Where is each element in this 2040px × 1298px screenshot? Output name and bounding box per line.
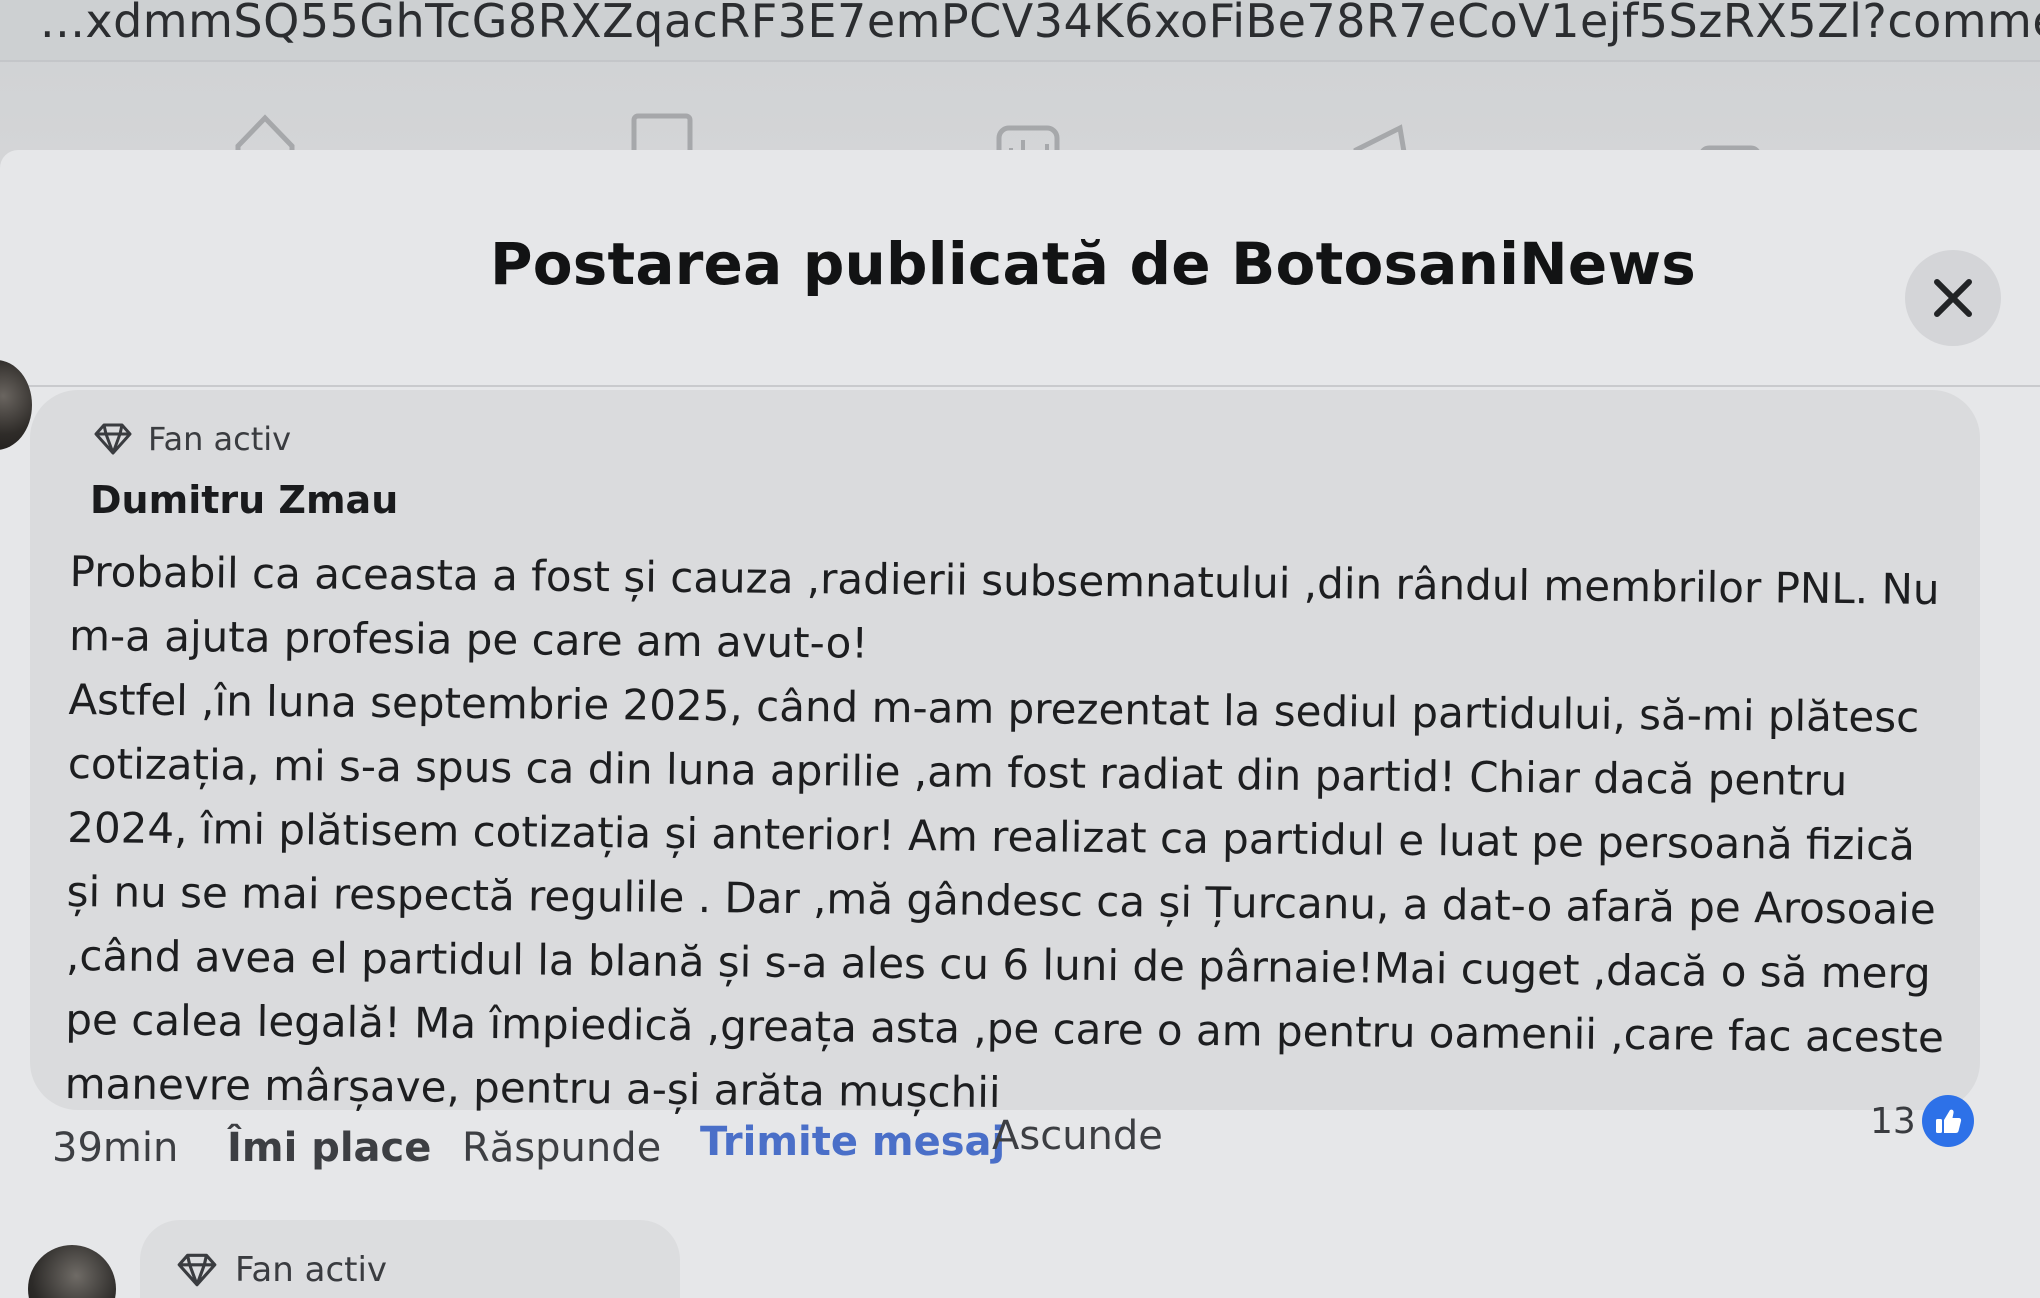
url-text[interactable]: ...xdmmSQ55GhTcG8RXZqacRF3E7emPCV34K6xoF… bbox=[40, 0, 2040, 48]
reaction-count: 13 bbox=[1870, 1100, 1916, 1142]
like-thumb-icon bbox=[1921, 1095, 1974, 1147]
close-button[interactable] bbox=[1905, 250, 2001, 346]
like-button[interactable]: Îmi place bbox=[227, 1125, 431, 1171]
fan-badge: Fan activ bbox=[92, 420, 291, 458]
comment-text: Probabil ca aceasta a fost și cauza ,rad… bbox=[64, 540, 1969, 1134]
post-modal: Postarea publicată de BotosaniNews Fan a… bbox=[0, 150, 2040, 1298]
comment-timestamp[interactable]: 39min bbox=[52, 1125, 178, 1171]
next-fan-badge-label: Fan activ bbox=[235, 1250, 388, 1290]
comment-actions: 39min Îmi place Răspunde Trimite mesaj A… bbox=[52, 1113, 1952, 1195]
send-message-button[interactable]: Trimite mesaj bbox=[700, 1119, 1005, 1165]
facebook-post-page: ...xdmmSQ55GhTcG8RXZqacRF3E7emPCV34K6xoF… bbox=[0, 0, 2040, 1298]
modal-title: Postarea publicată de BotosaniNews bbox=[490, 230, 1696, 298]
fan-badge-label: Fan activ bbox=[148, 420, 292, 458]
close-icon bbox=[1934, 279, 1972, 317]
diamond-icon bbox=[94, 423, 132, 455]
modal-header: Postarea publicată de BotosaniNews bbox=[0, 150, 2040, 387]
hide-button[interactable]: Ascunde bbox=[992, 1113, 1163, 1159]
comment-author[interactable]: Dumitru Zmau bbox=[90, 478, 398, 522]
browser-url-bar[interactable]: ...xdmmSQ55GhTcG8RXZqacRF3E7emPCV34K6xoF… bbox=[0, 0, 2040, 62]
comment-bubble: Fan activ Dumitru Zmau Probabil ca aceas… bbox=[30, 390, 1980, 1117]
reply-button[interactable]: Răspunde bbox=[462, 1125, 661, 1171]
next-fan-badge: Fan activ bbox=[175, 1250, 387, 1290]
reaction-summary[interactable]: 13 bbox=[1870, 1095, 1974, 1147]
next-comment-avatar[interactable] bbox=[28, 1245, 116, 1298]
diamond-icon bbox=[177, 1253, 217, 1287]
